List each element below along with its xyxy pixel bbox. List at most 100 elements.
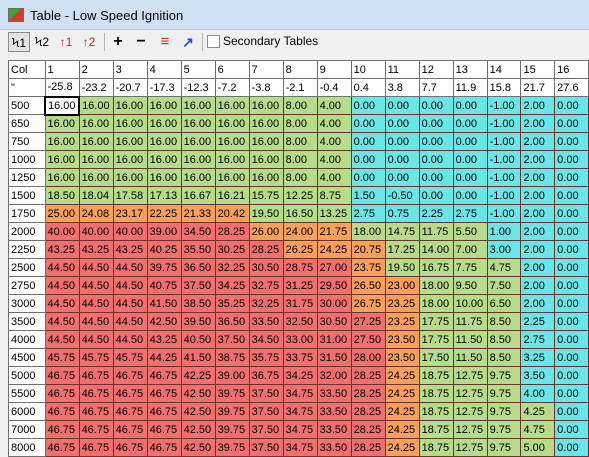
table-cell[interactable]: 2.00 xyxy=(520,276,556,295)
table-cell[interactable]: 35.25 xyxy=(214,294,250,313)
table-cell[interactable]: 2.00 xyxy=(520,258,556,277)
table-cell[interactable]: 26.00 xyxy=(248,222,284,241)
table-cell[interactable]: 10.00 xyxy=(452,294,488,313)
table-cell[interactable]: 11.50 xyxy=(452,330,488,349)
row-header[interactable]: 1000 xyxy=(8,150,46,169)
table-cell[interactable]: 0.00 xyxy=(452,96,488,115)
table-cell[interactable]: 23.50 xyxy=(384,348,420,367)
table-cell[interactable]: 16.00 xyxy=(78,168,114,187)
table-cell[interactable]: 3.50 xyxy=(520,366,556,385)
table-cell[interactable]: 16.00 xyxy=(248,96,284,115)
table-cell[interactable]: 44.50 xyxy=(112,258,148,277)
table-cell[interactable]: 28.25 xyxy=(350,438,386,457)
table-cell[interactable]: 2.75 xyxy=(350,204,386,223)
table-cell[interactable]: 44.50 xyxy=(44,330,80,349)
table-cell[interactable]: 25.00 xyxy=(44,204,80,223)
row-header[interactable]: 650 xyxy=(8,114,46,133)
column-value[interactable]: -17.3 xyxy=(146,78,182,97)
table-cell[interactable]: 0.00 xyxy=(554,330,589,349)
row-header[interactable]: 750 xyxy=(8,132,46,151)
table-cell[interactable]: 32.25 xyxy=(248,294,284,313)
table-cell[interactable]: 0.00 xyxy=(554,312,589,331)
table-cell[interactable]: 34.75 xyxy=(282,438,318,457)
table-cell[interactable]: 43.25 xyxy=(146,330,182,349)
table-cell[interactable]: 18.00 xyxy=(350,222,386,241)
table-cell[interactable]: 0.00 xyxy=(350,96,386,115)
table-cell[interactable]: 27.25 xyxy=(350,312,386,331)
table-cell[interactable]: 16.00 xyxy=(180,96,216,115)
table-cell[interactable]: 0.00 xyxy=(418,168,454,187)
row-header[interactable]: 5000 xyxy=(8,366,46,385)
table-cell[interactable]: 44.25 xyxy=(146,348,182,367)
table-cell[interactable]: 0.00 xyxy=(350,132,386,151)
column-value[interactable]: -7.2 xyxy=(214,78,250,97)
table-cell[interactable]: 0.00 xyxy=(384,114,420,133)
table-cell[interactable]: 0.00 xyxy=(554,222,589,241)
table-cell[interactable]: 39.75 xyxy=(214,384,250,403)
row-header[interactable]: 5500 xyxy=(8,384,46,403)
table-cell[interactable]: 39.75 xyxy=(214,402,250,421)
table-cell[interactable]: 16.00 xyxy=(112,96,148,115)
table-cell[interactable]: 24.25 xyxy=(316,240,352,259)
table-cell[interactable]: 26.25 xyxy=(282,240,318,259)
table-cell[interactable]: 0.00 xyxy=(554,420,589,439)
table-cell[interactable]: 8.50 xyxy=(486,330,522,349)
table-cell[interactable]: 36.50 xyxy=(180,258,216,277)
table-cell[interactable]: 0.00 xyxy=(554,186,589,205)
table-cell[interactable]: 2.00 xyxy=(520,168,556,187)
table-cell[interactable]: 43.25 xyxy=(112,240,148,259)
table-cell[interactable]: 16.00 xyxy=(146,168,182,187)
table-cell[interactable]: 16.00 xyxy=(146,132,182,151)
table-cell[interactable]: 40.00 xyxy=(112,222,148,241)
table-cell[interactable]: 2.00 xyxy=(520,186,556,205)
table-cell[interactable]: 24.25 xyxy=(384,384,420,403)
table-cell[interactable]: 16.00 xyxy=(248,150,284,169)
table-cell[interactable]: 12.75 xyxy=(452,384,488,403)
table-cell[interactable]: 24.25 xyxy=(384,438,420,457)
table-cell[interactable]: 2.00 xyxy=(520,96,556,115)
table-cell[interactable]: 36.75 xyxy=(248,366,284,385)
table-cell[interactable]: 33.50 xyxy=(316,438,352,457)
table-cell[interactable]: 31.00 xyxy=(316,330,352,349)
table-cell[interactable]: 0.00 xyxy=(350,114,386,133)
table-cell[interactable]: 42.50 xyxy=(180,420,216,439)
table-cell[interactable]: 0.00 xyxy=(384,150,420,169)
row-header[interactable]: 2250 xyxy=(8,240,46,259)
table-cell[interactable]: 23.50 xyxy=(384,330,420,349)
table-cell[interactable]: 0.00 xyxy=(452,150,488,169)
table-cell[interactable]: 0.00 xyxy=(554,276,589,295)
table-cell[interactable]: 0.00 xyxy=(554,366,589,385)
table-cell[interactable]: 0.00 xyxy=(554,150,589,169)
table-cell[interactable]: 9.50 xyxy=(452,276,488,295)
table-cell[interactable]: 16.00 xyxy=(146,96,182,115)
table-cell[interactable]: 1.50 xyxy=(350,186,386,205)
table-cell[interactable]: 17.75 xyxy=(418,330,454,349)
table-cell[interactable]: 34.25 xyxy=(214,276,250,295)
table-cell[interactable]: 12.75 xyxy=(452,402,488,421)
table-cell[interactable]: 34.75 xyxy=(282,420,318,439)
table-cell[interactable]: 0.00 xyxy=(418,132,454,151)
table-cell[interactable]: 24.00 xyxy=(282,222,318,241)
table-cell[interactable]: 28.75 xyxy=(282,258,318,277)
table-cell[interactable]: 16.00 xyxy=(146,114,182,133)
table-cell[interactable]: 44.50 xyxy=(44,312,80,331)
table-cell[interactable]: 16.00 xyxy=(112,168,148,187)
graph-button[interactable]: ↗ xyxy=(178,32,198,52)
table-cell[interactable]: 4.75 xyxy=(520,420,556,439)
table-cell[interactable]: 31.25 xyxy=(282,276,318,295)
table-cell[interactable]: 42.50 xyxy=(180,384,216,403)
table-cell[interactable]: 20.75 xyxy=(350,240,386,259)
table-cell[interactable]: 17.58 xyxy=(112,186,148,205)
increase-button[interactable]: + xyxy=(109,32,127,52)
table-cell[interactable]: -1.00 xyxy=(486,96,522,115)
table-cell[interactable]: 17.50 xyxy=(418,348,454,367)
table-cell[interactable]: 32.00 xyxy=(316,366,352,385)
table-cell[interactable]: 34.50 xyxy=(180,222,216,241)
table-cell[interactable]: 32.25 xyxy=(214,258,250,277)
table-cell[interactable]: 46.75 xyxy=(44,438,80,457)
table-cell[interactable]: 46.75 xyxy=(112,384,148,403)
table-cell[interactable]: 42.50 xyxy=(180,438,216,457)
table-cell[interactable]: 46.75 xyxy=(78,366,114,385)
table-cell[interactable]: 2.25 xyxy=(418,204,454,223)
table-cell[interactable]: 4.00 xyxy=(316,168,352,187)
